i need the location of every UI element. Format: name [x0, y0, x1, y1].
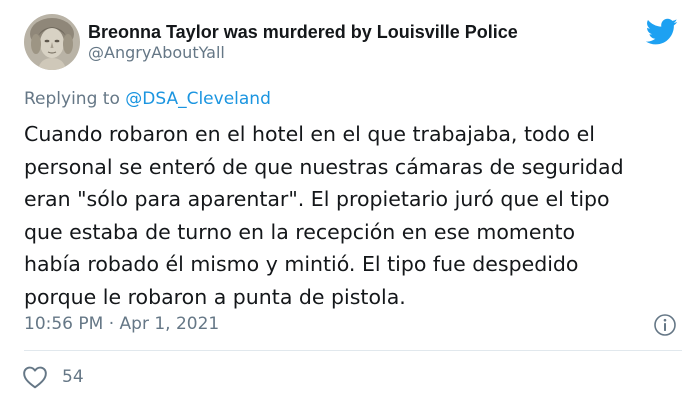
tweet-text-line: que estaba de turno en la recepción en e… — [24, 219, 576, 244]
action-divider — [24, 350, 682, 351]
reply-mention-link[interactable]: @DSA_Cleveland — [125, 89, 271, 109]
tweet-text-line: Cuando robaron en el hotel en el que tra… — [24, 122, 595, 146]
info-icon[interactable] — [652, 312, 678, 338]
heart-icon — [23, 366, 47, 389]
tweet-text: Cuando robaron en el hotel en el que tra… — [24, 118, 684, 313]
statue-avatar-image — [24, 14, 80, 70]
tweet-timestamp[interactable]: 10:56 PM · Apr 1, 2021 — [24, 313, 219, 335]
replying-prefix: Replying to — [24, 89, 126, 109]
author-avatar[interactable] — [24, 14, 80, 70]
tweet-card: Breonna Taylor was murdered by Louisvill… — [0, 0, 700, 402]
like-count: 54 — [62, 367, 84, 387]
twitter-bird-glyph — [645, 18, 678, 45]
info-circle-glyph — [654, 314, 676, 336]
tweet-text-line: porque le robaron a punta de pistola. — [24, 284, 406, 309]
replying-to: Replying to @DSA_Cleveland — [24, 88, 271, 110]
author-handle[interactable]: @AngryAboutYall — [88, 43, 225, 63]
tweet-text-line: eran "sólo para aparentar". El propietar… — [24, 187, 610, 211]
like-button[interactable]: 54 — [22, 364, 84, 390]
twitter-bird-icon[interactable] — [645, 18, 678, 46]
author-display-name[interactable]: Breonna Taylor was murdered by Louisvill… — [88, 21, 518, 43]
tweet-text-line: personal se enteró de que nuestras cámar… — [24, 154, 624, 179]
tweet-text-line: había robado él mismo y mintió. El tipo … — [24, 252, 579, 276]
